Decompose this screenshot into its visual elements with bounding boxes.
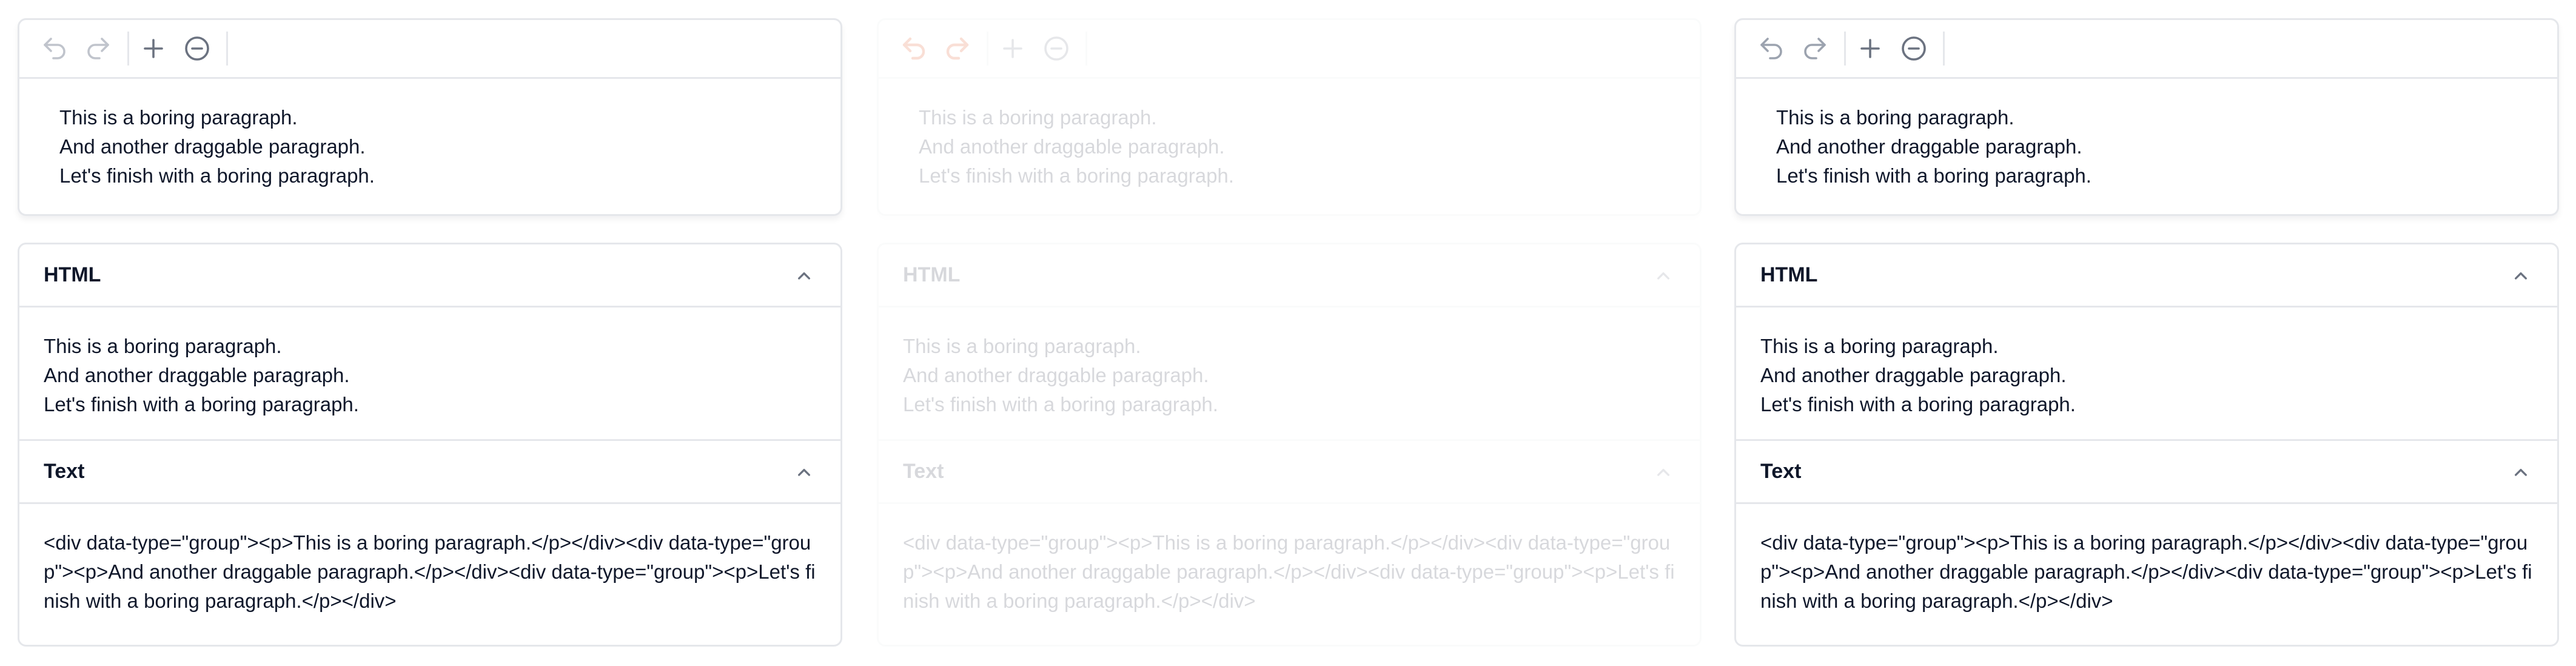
- minus-circle-icon: [185, 36, 209, 61]
- text-section-title: Text: [1760, 460, 1802, 483]
- text-section-title: Text: [44, 460, 85, 483]
- html-output-line: Let's finish with a boring paragraph.: [44, 393, 359, 415]
- minus-circle-icon: [1044, 36, 1068, 61]
- text-output: <div data-type="group"><p>This is a bori…: [1736, 504, 2557, 616]
- redo-icon: [946, 37, 969, 60]
- editor-toolbar: [1736, 20, 2557, 79]
- html-output-line: And another draggable paragraph.: [903, 364, 1209, 386]
- panel-1: This is a boring paragraph. And another …: [18, 0, 844, 666]
- html-section-title: HTML: [903, 263, 961, 286]
- toolbar-divider: [1844, 32, 1846, 66]
- undo-button[interactable]: [898, 33, 930, 64]
- output-card: HTML This is a boring paragraph. And ano…: [1734, 243, 2559, 647]
- panel-3: This is a boring paragraph. And another …: [1734, 0, 2560, 666]
- undo-icon: [902, 37, 925, 60]
- editor-paragraph[interactable]: And another draggable paragraph.: [59, 132, 840, 161]
- editor-paragraph[interactable]: And another draggable paragraph.: [1776, 132, 2557, 161]
- html-output: This is a boring paragraph. And another …: [19, 308, 840, 441]
- output-card: HTML This is a boring paragraph. And ano…: [877, 243, 1702, 647]
- toolbar-divider: [1943, 32, 1945, 66]
- text-output-content: <div data-type="group"><p>This is a bori…: [44, 531, 816, 612]
- redo-icon: [1804, 38, 1826, 59]
- text-output: <div data-type="group"><p>This is a bori…: [19, 504, 840, 616]
- undo-icon: [1760, 38, 1782, 59]
- remove-button[interactable]: [1898, 33, 1930, 64]
- editor-card: This is a boring paragraph. And another …: [877, 18, 1702, 216]
- html-output-line: Let's finish with a boring paragraph.: [903, 393, 1218, 415]
- add-button[interactable]: [997, 33, 1028, 64]
- add-button[interactable]: [138, 33, 169, 64]
- html-output-line: This is a boring paragraph.: [44, 335, 282, 357]
- toolbar-divider: [226, 32, 228, 66]
- plus-icon: [1003, 39, 1022, 58]
- editor-content[interactable]: This is a boring paragraph. And another …: [1736, 79, 2557, 190]
- html-section-title: HTML: [44, 263, 101, 286]
- html-output-line: And another draggable paragraph.: [44, 364, 350, 386]
- html-output-line: This is a boring paragraph.: [1760, 335, 1999, 357]
- editor-paragraph[interactable]: Let's finish with a boring paragraph.: [1776, 161, 2557, 190]
- text-section-header[interactable]: Text: [19, 441, 840, 504]
- redo-icon: [87, 38, 109, 59]
- toolbar-divider: [1085, 32, 1087, 66]
- text-output: <div data-type="group"><p>This is a bori…: [879, 504, 1700, 616]
- chevron-up-icon[interactable]: [1651, 460, 1675, 484]
- output-card: HTML This is a boring paragraph. And ano…: [18, 243, 842, 647]
- text-section-title: Text: [903, 460, 944, 483]
- editor-content[interactable]: This is a boring paragraph. And another …: [19, 79, 840, 190]
- text-output-content: <div data-type="group"><p>This is a bori…: [1760, 531, 2532, 612]
- chevron-up-icon[interactable]: [2509, 263, 2533, 288]
- editor-paragraph[interactable]: And another draggable paragraph.: [919, 132, 1700, 161]
- text-section-header[interactable]: Text: [879, 441, 1700, 504]
- chevron-up-icon[interactable]: [792, 263, 816, 288]
- add-button[interactable]: [1854, 33, 1886, 64]
- redo-button[interactable]: [82, 33, 114, 64]
- chevron-up-icon[interactable]: [1651, 263, 1675, 288]
- text-output-content: <div data-type="group"><p>This is a bori…: [903, 531, 1675, 612]
- remove-button[interactable]: [1041, 33, 1072, 64]
- html-section-header[interactable]: HTML: [879, 244, 1700, 308]
- editor-paragraph[interactable]: Let's finish with a boring paragraph.: [59, 161, 840, 190]
- undo-button[interactable]: [1756, 33, 1787, 64]
- chevron-up-icon[interactable]: [792, 460, 816, 484]
- html-section-header[interactable]: HTML: [1736, 244, 2557, 308]
- html-output: This is a boring paragraph. And another …: [1736, 308, 2557, 441]
- redo-button[interactable]: [1799, 33, 1831, 64]
- redo-button[interactable]: [942, 33, 973, 64]
- html-section-title: HTML: [1760, 263, 1818, 286]
- toolbar-divider: [127, 32, 129, 66]
- html-output-line: This is a boring paragraph.: [903, 335, 1141, 357]
- html-output-line: Let's finish with a boring paragraph.: [1760, 393, 2076, 415]
- html-output-line: And another draggable paragraph.: [1760, 364, 2067, 386]
- chevron-up-icon[interactable]: [2509, 460, 2533, 484]
- minus-circle-icon: [1902, 36, 1926, 61]
- editor-paragraph[interactable]: This is a boring paragraph.: [1776, 103, 2557, 132]
- editor-card: This is a boring paragraph. And another …: [1734, 18, 2559, 216]
- html-section-header[interactable]: HTML: [19, 244, 840, 308]
- toolbar-divider: [987, 32, 988, 66]
- panel-2: This is a boring paragraph. And another …: [877, 0, 1703, 666]
- editor-toolbar: [879, 20, 1700, 79]
- undo-button[interactable]: [39, 33, 70, 64]
- text-section-header[interactable]: Text: [1736, 441, 2557, 504]
- html-output: This is a boring paragraph. And another …: [879, 308, 1700, 441]
- plus-icon: [1860, 39, 1880, 58]
- editor-content[interactable]: This is a boring paragraph. And another …: [879, 79, 1700, 190]
- plus-icon: [144, 39, 163, 58]
- editor-toolbar: [19, 20, 840, 79]
- editor-card: This is a boring paragraph. And another …: [18, 18, 842, 216]
- editor-paragraph[interactable]: This is a boring paragraph.: [59, 103, 840, 132]
- editor-paragraph[interactable]: Let's finish with a boring paragraph.: [919, 161, 1700, 190]
- undo-icon: [44, 38, 65, 59]
- editor-paragraph[interactable]: This is a boring paragraph.: [919, 103, 1700, 132]
- remove-button[interactable]: [181, 33, 213, 64]
